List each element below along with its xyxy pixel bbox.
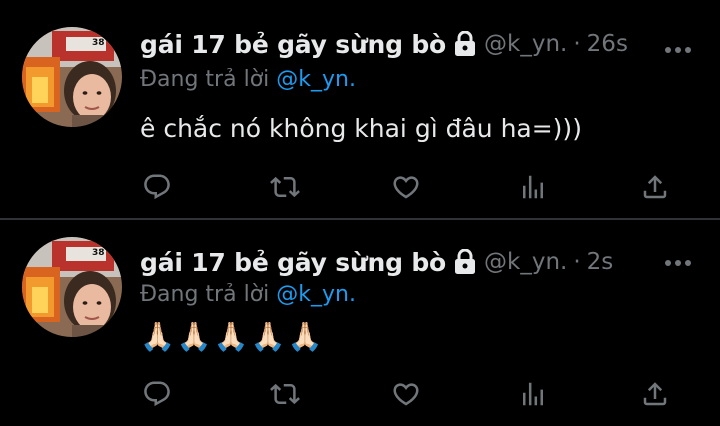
separator-dot: ·	[573, 31, 581, 57]
reply-mention-link[interactable]: @k_yn.	[276, 67, 356, 92]
share-icon	[643, 175, 667, 199]
avatar-image: 38	[22, 237, 122, 337]
views-icon	[523, 382, 543, 406]
lock-icon	[454, 30, 476, 57]
handle[interactable]: @k_yn.	[484, 249, 567, 275]
views-button[interactable]	[516, 170, 550, 204]
reply-context: Đang trả lời @k_yn.	[140, 67, 356, 92]
share-button[interactable]	[638, 170, 672, 204]
avatar[interactable]: 38	[22, 237, 122, 337]
retweet-icon	[270, 176, 300, 198]
more-icon[interactable]	[664, 40, 692, 53]
reply-prefix: Đang trả lời	[140, 67, 270, 92]
timestamp[interactable]: 26s	[587, 31, 628, 57]
like-button[interactable]	[389, 170, 423, 204]
views-icon	[523, 175, 543, 199]
views-button[interactable]	[516, 377, 550, 411]
retweet-button[interactable]	[268, 170, 302, 204]
tweet-header: gái 17 bẻ gãy sừng bò @k_yn. · 2s	[140, 244, 613, 280]
avatar-image: 38	[22, 27, 122, 127]
reply-icon	[144, 174, 170, 200]
retweet-icon	[270, 383, 300, 405]
handle[interactable]: @k_yn.	[484, 31, 567, 57]
fire-truck-number: 38	[92, 38, 105, 48]
retweet-button[interactable]	[268, 377, 302, 411]
action-bar	[140, 377, 680, 411]
tweet-header: gái 17 bẻ gãy sừng bò @k_yn. · 26s	[140, 26, 628, 62]
reply-icon	[144, 381, 170, 407]
heart-icon	[393, 176, 419, 199]
lock-icon	[454, 248, 476, 275]
fire-truck-number: 38	[92, 248, 105, 258]
tweet[interactable]: 38 gái 17 bẻ gãy sừng bò @k_yn. · 26s Đa…	[0, 0, 720, 218]
timestamp[interactable]: 2s	[587, 249, 614, 275]
action-bar	[140, 170, 680, 204]
heart-icon	[393, 383, 419, 406]
display-name[interactable]: gái 17 bẻ gãy sừng bò	[140, 248, 446, 277]
reply-mention-link[interactable]: @k_yn.	[276, 282, 356, 307]
separator-dot: ·	[573, 249, 581, 275]
reply-button[interactable]	[140, 170, 174, 204]
more-icon[interactable]	[664, 253, 692, 266]
reply-context: Đang trả lời @k_yn.	[140, 282, 356, 307]
display-name[interactable]: gái 17 bẻ gãy sừng bò	[140, 30, 446, 59]
reply-button[interactable]	[140, 377, 174, 411]
reply-prefix: Đang trả lời	[140, 282, 270, 307]
share-button[interactable]	[638, 377, 672, 411]
tweet-text: 🙏🏻🙏🏻🙏🏻🙏🏻🙏🏻	[140, 320, 325, 353]
avatar[interactable]: 38	[22, 27, 122, 127]
tweet[interactable]: 38 gái 17 bẻ gãy sừng bò @k_yn. · 2s Đan…	[0, 220, 720, 426]
share-icon	[643, 382, 667, 406]
tweet-text: ê chắc nó không khai gì đâu ha=)))	[140, 114, 582, 143]
like-button[interactable]	[389, 377, 423, 411]
